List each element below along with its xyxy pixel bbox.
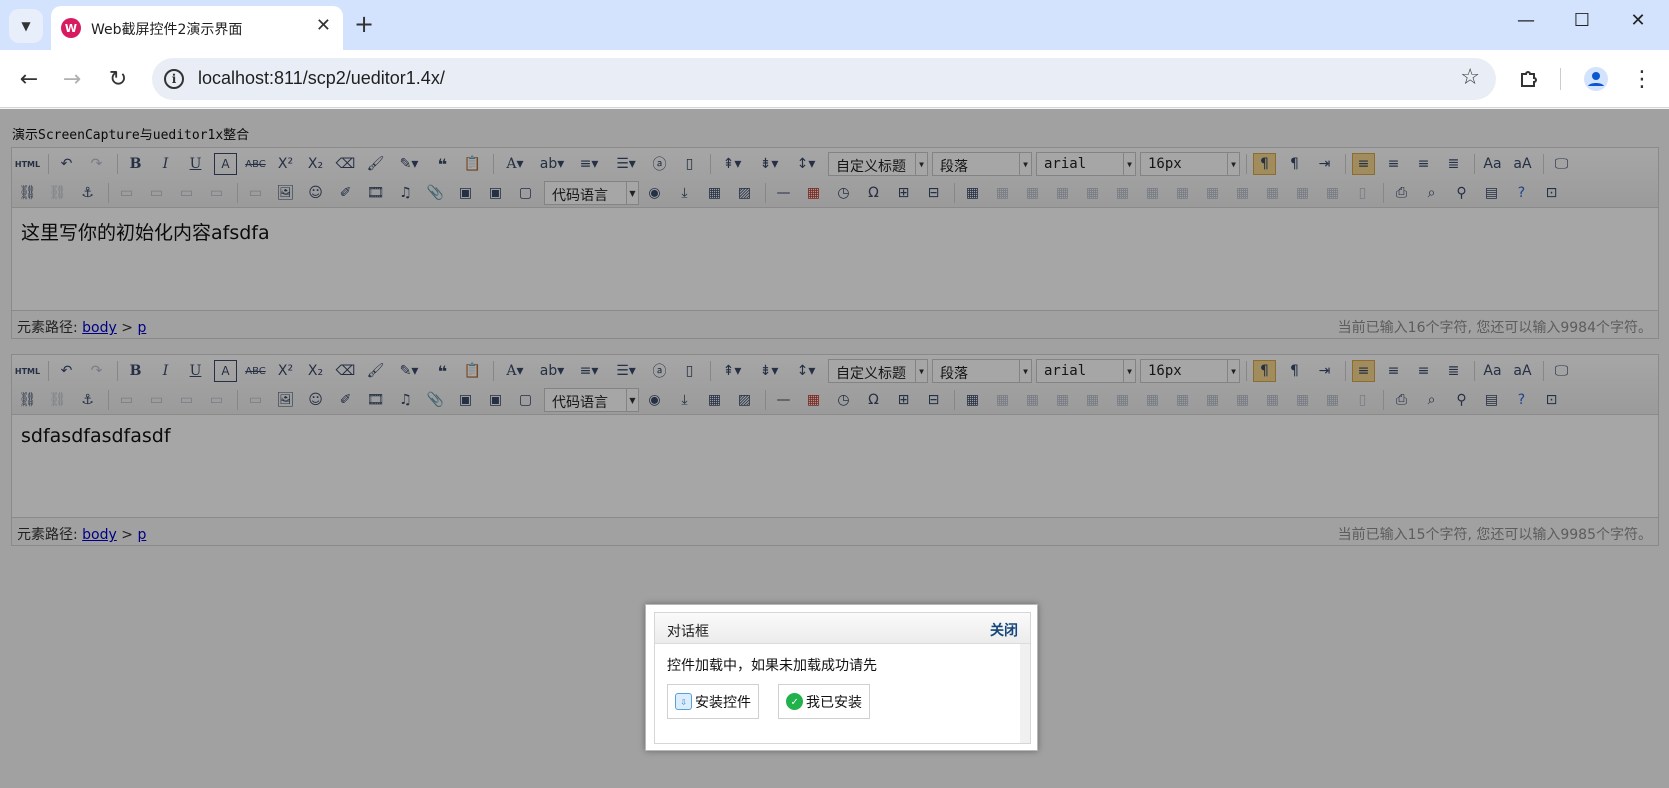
star-icon[interactable]: ☆ <box>1460 65 1480 90</box>
already-installed-button[interactable]: ✓ 我已安装 <box>778 684 870 719</box>
menu-button[interactable]: ⋮ <box>1626 63 1658 95</box>
back-button[interactable]: ← <box>13 63 45 95</box>
close-icon[interactable]: ✕ <box>316 15 331 36</box>
dialog-body: 控件加载中，如果未加载成功请先 ⇩ 安装控件 ✓ 我已安装 <box>655 644 1030 743</box>
person-icon <box>1584 67 1608 91</box>
dialog-close-button[interactable]: 关闭 <box>990 620 1018 640</box>
kebab-menu-icon: ⋮ <box>1631 66 1653 92</box>
toolbar-divider <box>1560 68 1561 90</box>
plus-icon: + <box>354 10 375 38</box>
browser-tab[interactable]: W Web截屏控件2演示界面 ✕ <box>51 6 343 50</box>
puzzle-icon <box>1521 71 1537 87</box>
arrow-left-icon: ← <box>19 66 39 92</box>
dialog-scrollbar[interactable] <box>1020 644 1030 743</box>
profile-button[interactable] <box>1580 63 1612 95</box>
url-text[interactable]: localhost:811/scp2/ueditor1.4x/ <box>198 68 445 89</box>
install-control-button[interactable]: ⇩ 安装控件 <box>667 684 759 719</box>
address-bar[interactable]: i localhost:811/scp2/ueditor1.4x/ ☆ <box>152 58 1496 100</box>
dialog-frame: 对话框 关闭 控件加载中，如果未加载成功请先 ⇩ 安装控件 ✓ 我已安装 <box>654 612 1031 744</box>
maximize-button[interactable]: ☐ <box>1562 10 1602 31</box>
browser-toolbar: ← → ↻ i localhost:811/scp2/ueditor1.4x/ … <box>0 50 1669 108</box>
arrow-right-icon: → <box>62 66 82 92</box>
favicon-icon: W <box>61 18 81 38</box>
tab-search-button[interactable]: ▼ <box>9 9 43 43</box>
new-tab-button[interactable]: + <box>354 9 374 39</box>
window-close-button[interactable]: ✕ <box>1618 10 1658 31</box>
dialog-message: 控件加载中，如果未加载成功请先 <box>667 658 877 674</box>
loading-dialog: 对话框 关闭 控件加载中，如果未加载成功请先 ⇩ 安装控件 ✓ 我已安装 <box>645 604 1038 751</box>
chevron-down-icon: ▼ <box>21 19 31 33</box>
dialog-header: 对话框 关闭 <box>655 613 1030 644</box>
maximize-icon: ☐ <box>1573 10 1591 31</box>
check-icon: ✓ <box>786 693 803 710</box>
minimize-button[interactable]: — <box>1506 10 1546 31</box>
tab-title: Web截屏控件2演示界面 <box>91 22 243 38</box>
forward-button[interactable]: → <box>56 63 88 95</box>
browser-tab-bar: ▼ W Web截屏控件2演示界面 ✕ + — ☐ ✕ <box>0 0 1669 50</box>
info-icon[interactable]: i <box>164 69 184 89</box>
dialog-title: 对话框 <box>667 624 709 640</box>
extensions-button[interactable] <box>1513 63 1545 95</box>
close-icon: ✕ <box>1630 10 1646 31</box>
reload-icon: ↻ <box>108 66 128 92</box>
minimize-icon: — <box>1517 10 1535 31</box>
download-icon: ⇩ <box>675 693 692 710</box>
reload-button[interactable]: ↻ <box>102 63 134 95</box>
